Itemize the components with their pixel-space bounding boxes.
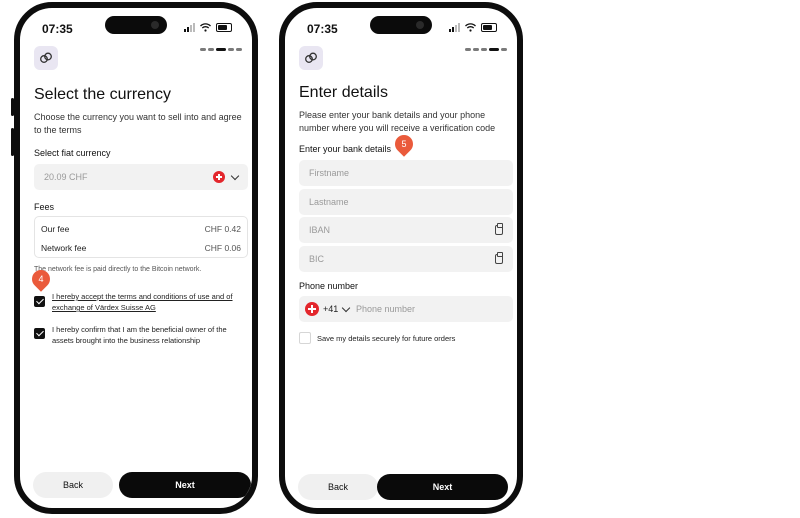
swiss-flag-icon — [213, 171, 225, 183]
battery-icon — [216, 23, 232, 32]
dynamic-island — [105, 16, 167, 34]
dynamic-island — [370, 16, 432, 34]
owner-label: I hereby confirm that I am the beneficia… — [52, 325, 227, 345]
phone-screen-select-currency: 07:35 Select the currency Choose the cur… — [14, 2, 258, 514]
battery-icon — [481, 23, 497, 32]
fee-value: CHF 0.06 — [204, 243, 241, 253]
next-button[interactable]: Next — [377, 474, 508, 500]
owner-checkbox[interactable] — [34, 328, 45, 339]
bank-details-label: Enter your bank details — [299, 144, 392, 154]
status-time: 07:35 — [42, 22, 73, 36]
status-icons — [449, 23, 497, 32]
step-indicator — [200, 48, 242, 51]
phone-screen-enter-details: 07:35 Enter details Please enter your ba… — [279, 2, 523, 514]
app-logo-icon — [34, 46, 58, 70]
chevron-down-icon — [230, 171, 240, 180]
phone-placeholder: Phone number — [356, 304, 416, 314]
save-details-checkbox[interactable] — [299, 332, 311, 344]
fee-row-network-fee: Network fee CHF 0.06 — [41, 243, 241, 253]
iban-placeholder: IBAN — [309, 225, 331, 235]
signal-icon — [449, 23, 460, 32]
page-subtitle: Please enter your bank details and your … — [299, 110, 496, 133]
fee-name: Our fee — [41, 224, 70, 234]
firstname-input[interactable]: Firstname — [299, 160, 513, 186]
fiat-currency-select[interactable]: 20.09 CHF — [34, 164, 248, 190]
bic-placeholder: BIC — [309, 254, 325, 264]
wifi-icon — [465, 23, 476, 32]
annotation-marker: 4 — [28, 266, 54, 292]
status-time: 07:35 — [307, 22, 338, 36]
bic-input[interactable]: BIC — [299, 246, 513, 272]
country-code: +41 — [323, 304, 339, 314]
fees-label: Fees — [34, 202, 55, 212]
annotation-marker: 5 — [391, 131, 417, 157]
page-subtitle: Choose the currency you want to sell int… — [34, 112, 242, 135]
network-fee-note: The network fee is paid directly to the … — [34, 266, 202, 273]
terms-checkbox[interactable] — [34, 296, 45, 307]
phone-number-label: Phone number — [299, 281, 359, 291]
fiat-currency-label: Select fiat currency — [34, 148, 111, 158]
terms-link[interactable]: I hereby accept the terms and conditions… — [52, 291, 242, 313]
status-icons — [184, 23, 232, 32]
back-button[interactable]: Back — [298, 474, 378, 500]
fee-row-our-fee: Our fee CHF 0.42 — [41, 224, 241, 234]
fee-value: CHF 0.42 — [204, 224, 241, 234]
signal-icon — [184, 23, 195, 32]
country-code-select[interactable]: +41 — [323, 296, 351, 322]
app-logo-icon — [299, 46, 323, 70]
wifi-icon — [200, 23, 211, 32]
iban-input[interactable]: IBAN — [299, 217, 513, 243]
phone-input[interactable]: +41 Phone number — [299, 296, 513, 322]
fees-box: Our fee CHF 0.42 Network fee CHF 0.06 — [34, 216, 248, 258]
fiat-currency-value: 20.09 CHF — [44, 172, 88, 182]
save-details-label: Save my details securely for future orde… — [317, 334, 456, 343]
page-title: Enter details — [299, 84, 388, 101]
back-button[interactable]: Back — [33, 472, 113, 498]
clipboard-icon[interactable] — [495, 252, 503, 264]
page-title: Select the currency — [34, 86, 171, 103]
swiss-flag-icon — [305, 302, 319, 316]
chevron-down-icon — [342, 303, 351, 312]
lastname-input[interactable]: Lastname — [299, 189, 513, 215]
step-indicator — [465, 48, 507, 51]
fee-name: Network fee — [41, 243, 87, 253]
clipboard-icon[interactable] — [495, 223, 503, 235]
next-button[interactable]: Next — [119, 472, 251, 498]
